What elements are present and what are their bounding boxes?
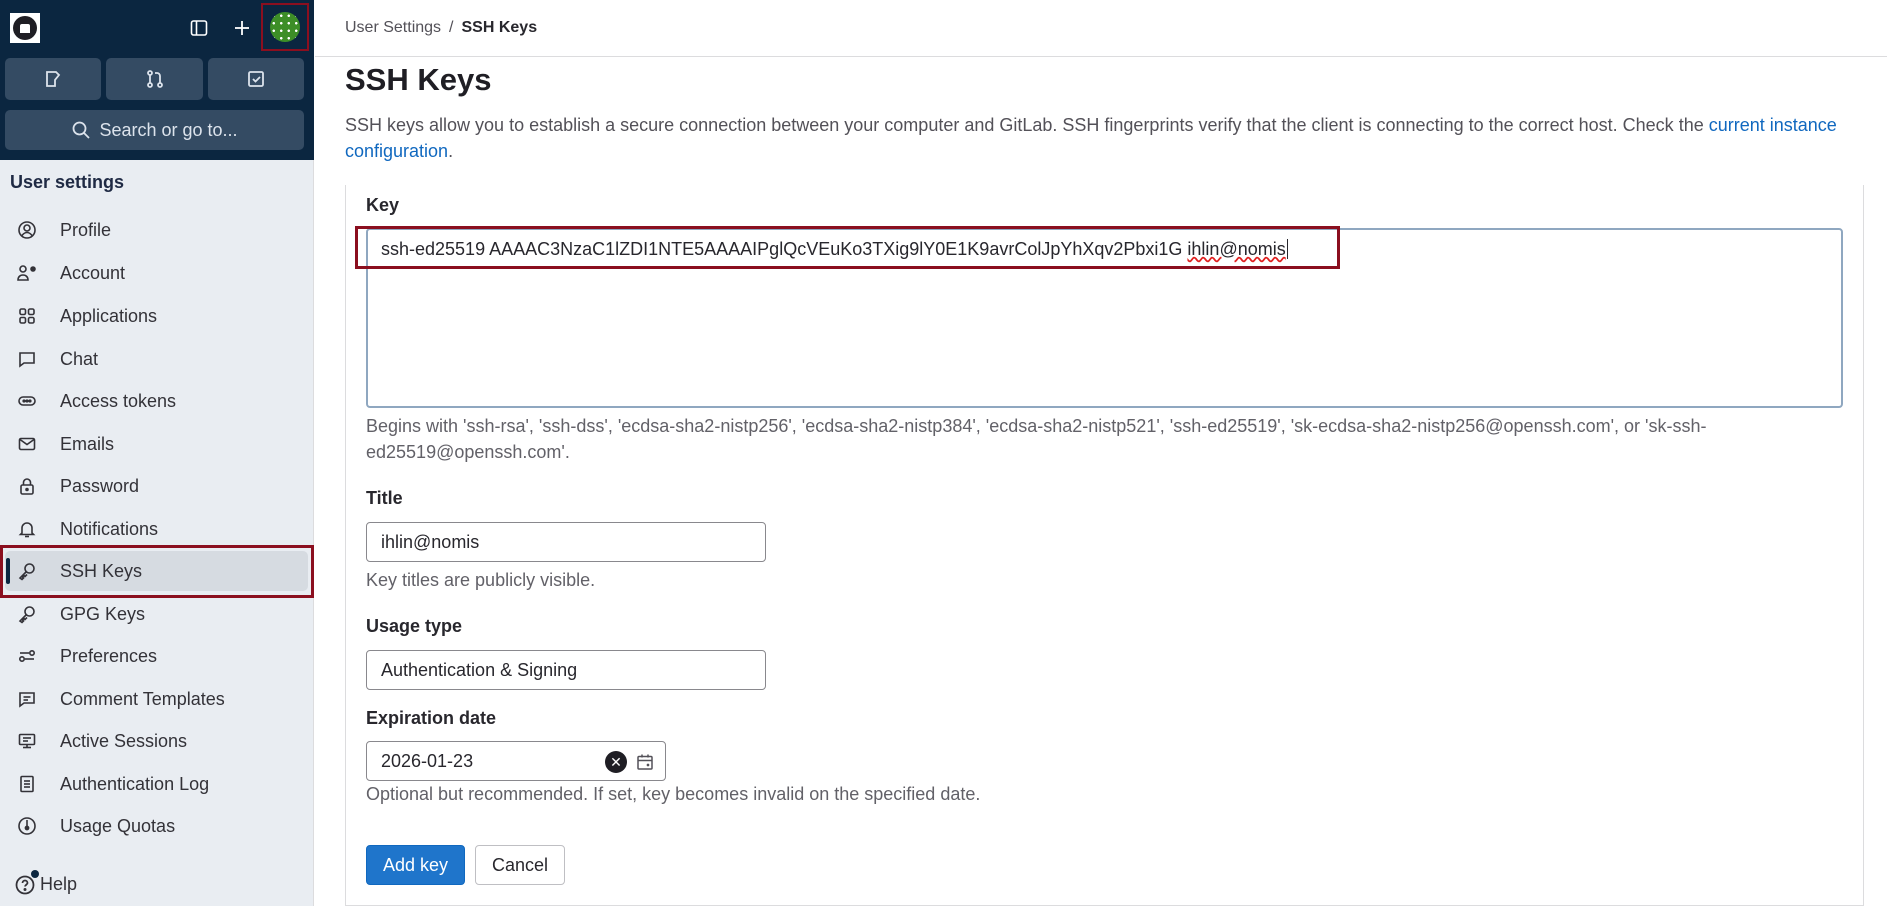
avatar [270,12,300,42]
usage-type-select[interactable]: Authentication & Signing [366,650,766,690]
sidebar-item-authentication-log[interactable]: Authentication Log [5,764,308,804]
sidebar-item-profile[interactable]: Profile [5,210,308,250]
usage-type-label: Usage type [366,616,463,636]
sidebar-item-password[interactable]: Password [5,466,308,506]
sidebar-item-applications[interactable]: Applications [5,296,308,336]
sidebar-header: Search or go to... [0,0,314,160]
user-avatar-button[interactable] [261,3,309,51]
key-label: Key [366,195,400,215]
help-notification-dot [31,870,39,878]
title-help-text: Key titles are publicly visible. [366,570,596,590]
log-icon [15,772,39,796]
sidebar-item-emails[interactable]: Emails [5,424,308,464]
toggle-sidebar-icon[interactable] [185,14,213,42]
sidebar-item-usage-quotas[interactable]: Usage Quotas [5,806,308,846]
chat-icon [15,347,39,371]
todo-icon [248,71,264,87]
mail-icon [15,432,39,456]
sidebar: Search or go to... User settings Profile… [0,0,314,906]
expiration-date-label: Expiration date [366,708,497,728]
quota-icon [15,814,39,838]
sidebar-item-account[interactable]: Account [5,253,308,293]
sidebar-item-notifications[interactable]: Notifications [5,509,308,549]
gitlab-logo[interactable] [10,13,40,43]
key-comment: ihlin@nomis [1187,239,1286,259]
sidebar-section-title: User settings [10,172,125,192]
page-title: SSH Keys [345,62,492,97]
text-cursor [1286,239,1288,259]
expiration-date-input[interactable]: 2026-01-23 ✕ [366,741,666,781]
sidebar-item-preferences[interactable]: Preferences [5,636,308,676]
monitor-icon [15,729,39,753]
sidebar-item-active-sessions[interactable]: Active Sessions [5,721,308,761]
merge-request-icon [146,70,163,88]
sidebar-item-gpg-keys[interactable]: GPG Keys [5,594,308,634]
key-help-text: Begins with 'ssh-rsa', 'ssh-dss', 'ecdsa… [366,416,1707,462]
help-icon [14,870,39,896]
key-icon [15,559,39,583]
breadcrumb-separator: / [449,19,454,36]
bell-icon [15,517,39,541]
comment-icon [15,687,39,711]
todos-button[interactable] [208,58,304,100]
title-input[interactable]: ihlin@nomis [366,522,766,562]
account-icon [15,261,39,285]
breadcrumb: User Settings / SSH Keys [345,19,537,37]
expiration-help-text: Optional but recommended. If set, key be… [366,784,981,804]
search-placeholder: Search or go to... [99,119,238,140]
breadcrumb-user-settings[interactable]: User Settings [345,19,441,37]
page-description: SSH keys allow you to establish a secure… [345,115,1837,161]
help-button[interactable]: Help [14,870,77,896]
cancel-button[interactable]: Cancel [475,845,565,885]
issues-icon [46,71,61,87]
applications-icon [15,304,39,328]
top-bar: User Settings / SSH Keys [315,0,1887,57]
breadcrumb-current: SSH Keys [461,19,538,36]
merge-requests-button[interactable] [106,58,203,100]
title-label: Title [366,488,403,508]
calendar-icon[interactable] [635,752,655,772]
issues-button[interactable] [5,58,101,100]
lock-icon [15,474,39,498]
clear-date-icon[interactable]: ✕ [605,751,627,773]
token-icon [15,389,39,413]
key-textarea[interactable]: ssh-ed25519 AAAAC3NzaC1lZDI1NTE5AAAAIPgl… [366,228,1843,408]
search-icon [73,121,91,139]
expiration-date-value: 2026-01-23 [381,750,474,771]
create-new-icon[interactable] [228,14,256,42]
key-icon [15,602,39,626]
profile-icon [15,218,39,242]
sidebar-item-comment-templates[interactable]: Comment Templates [5,679,308,719]
add-key-button[interactable]: Add key [366,845,465,885]
search-button[interactable]: Search or go to... [5,110,304,150]
sidebar-item-ssh-keys[interactable]: SSH Keys [5,551,308,591]
preferences-icon [15,644,39,668]
sidebar-item-access-tokens[interactable]: Access tokens [5,381,308,421]
sidebar-item-chat[interactable]: Chat [5,339,308,379]
